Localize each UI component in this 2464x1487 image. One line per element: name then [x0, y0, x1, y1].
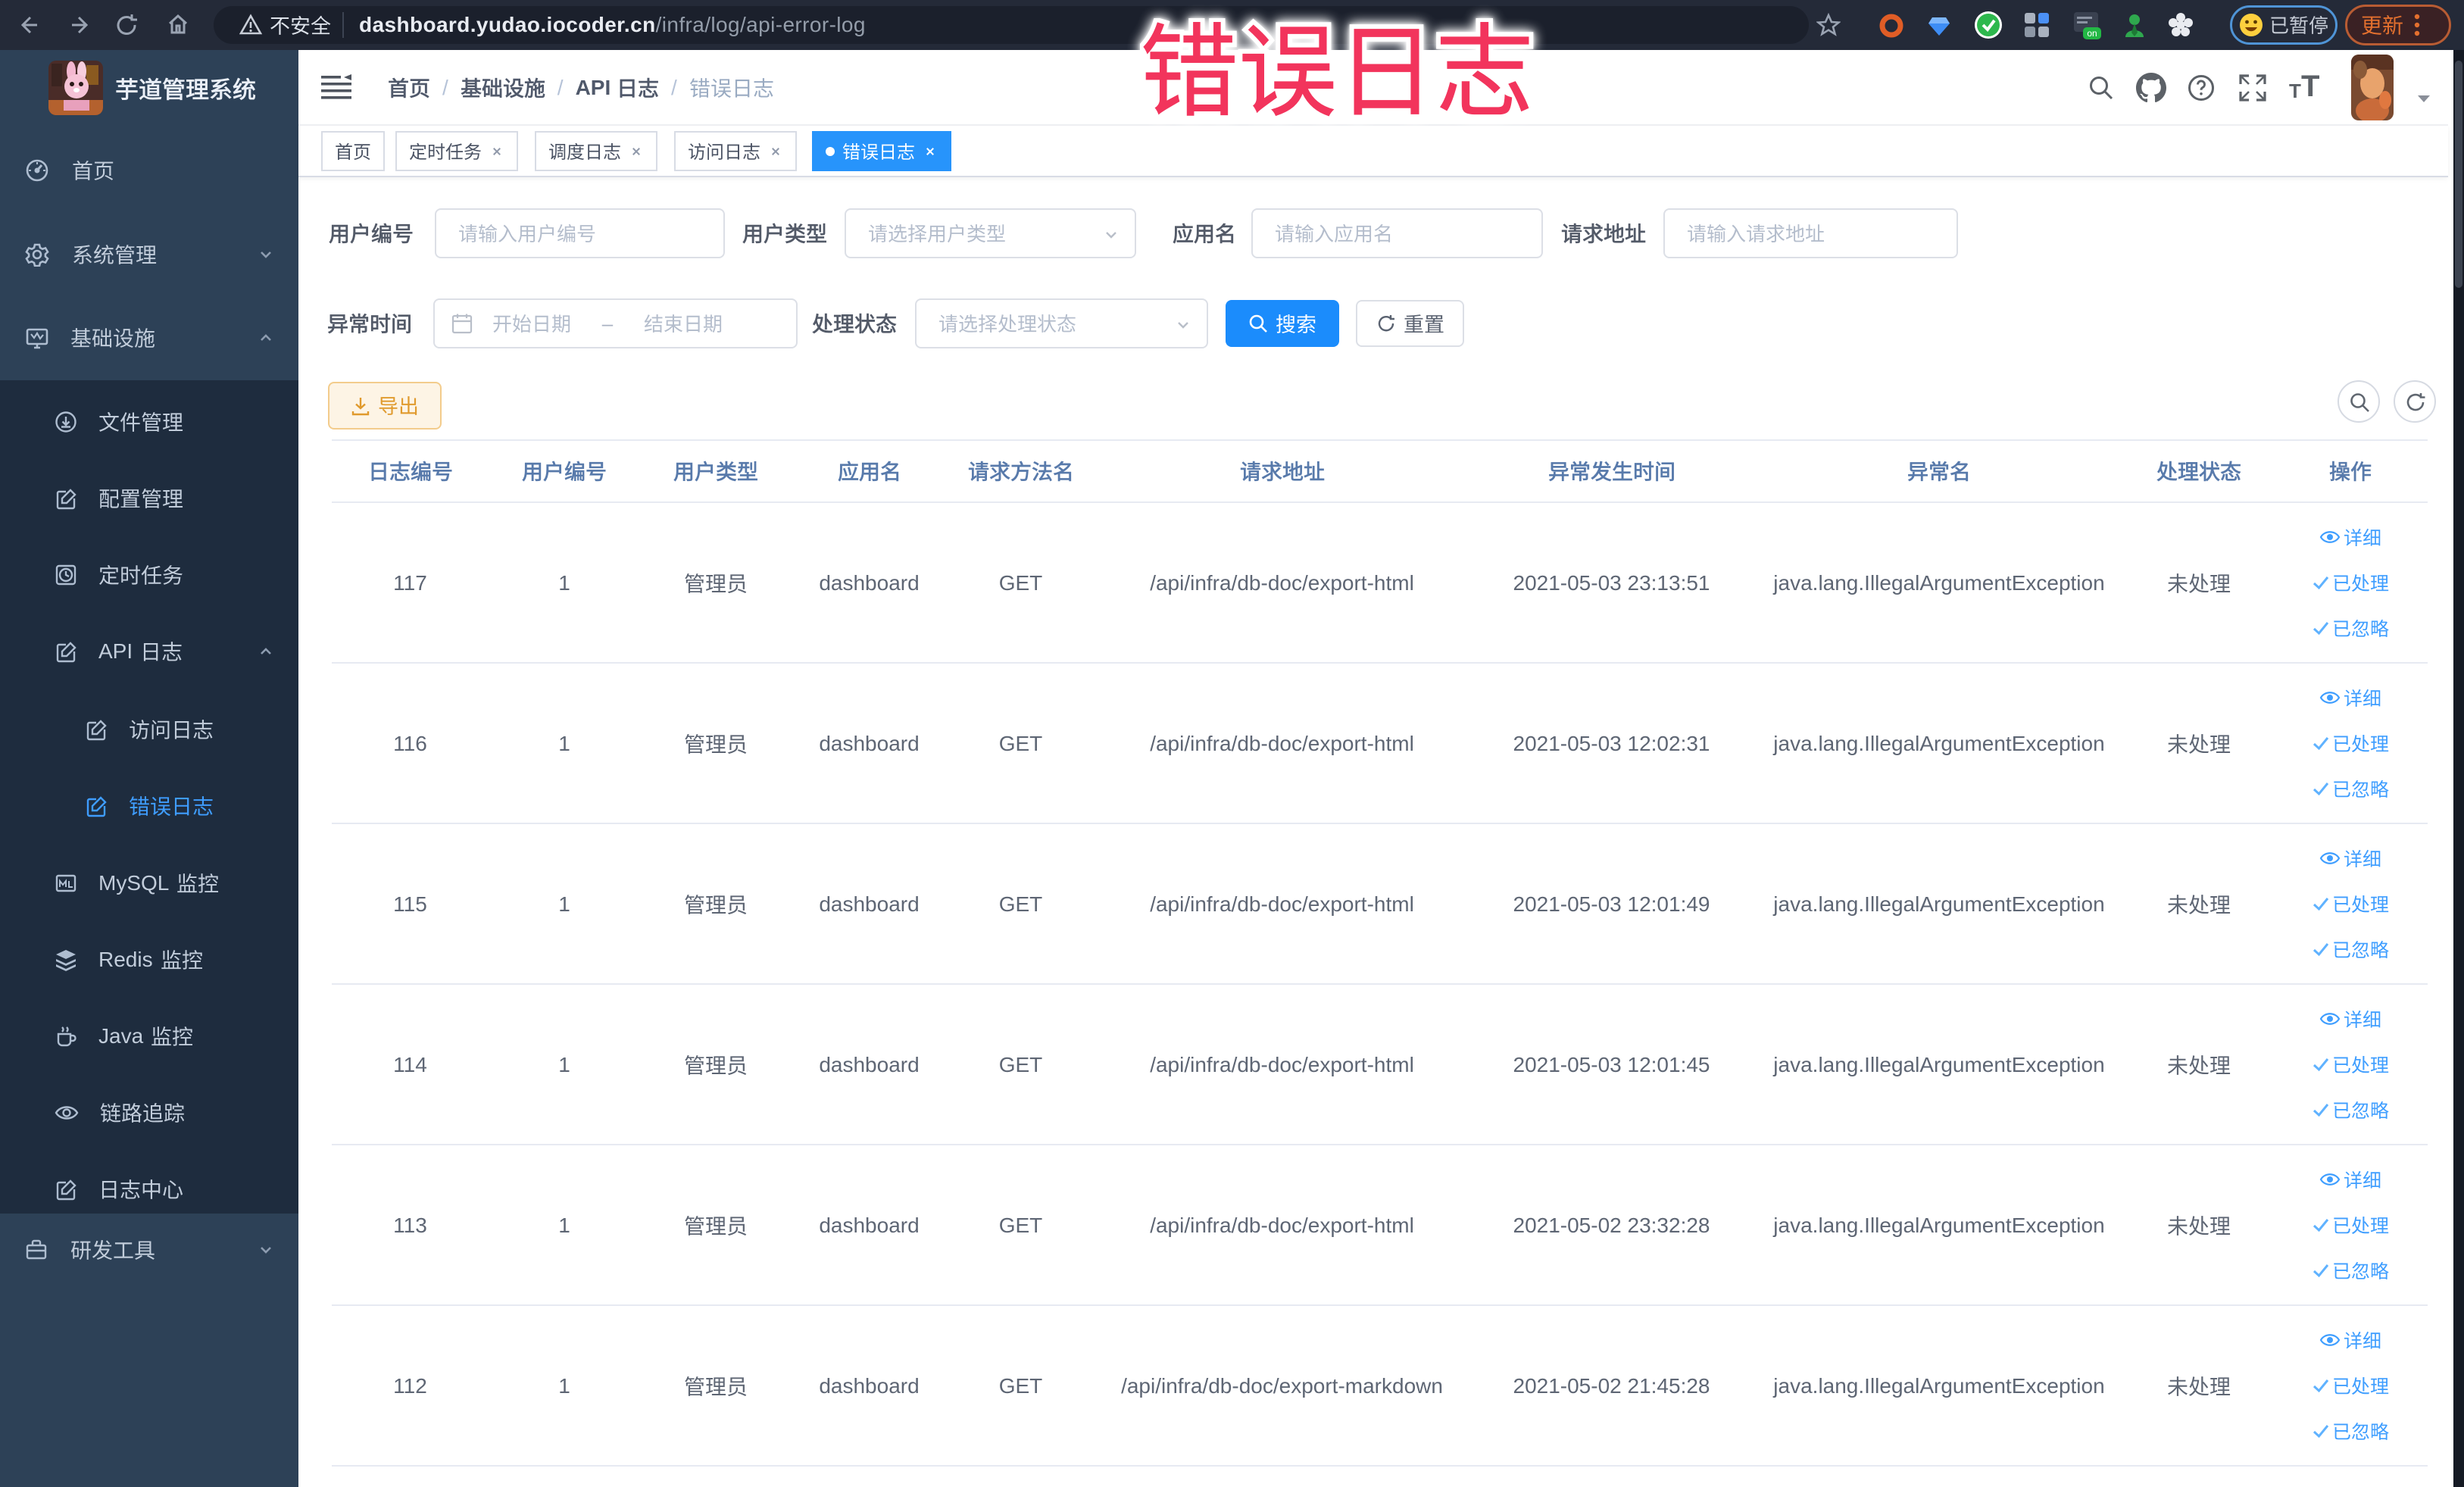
svg-text:on: on — [2087, 28, 2097, 39]
